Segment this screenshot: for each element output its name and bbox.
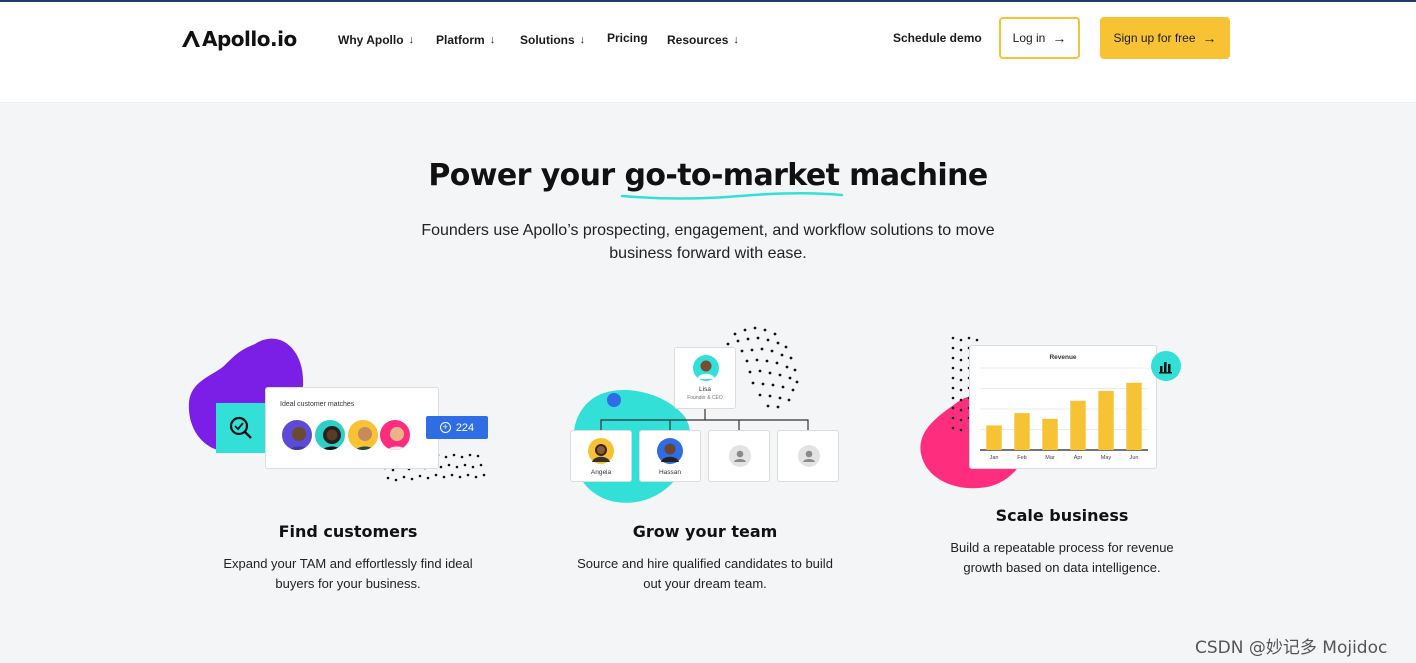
chevron-down-icon: ↓ <box>733 34 739 46</box>
nav-label: Pricing <box>607 31 648 45</box>
revenue-bar <box>1014 413 1030 450</box>
apollo-logo[interactable]: Apollo.io <box>181 26 297 52</box>
revenue-bar <box>1042 418 1058 450</box>
arrow-right-icon: → <box>1202 30 1217 46</box>
revenue-bar <box>1126 382 1142 450</box>
feature-title-find-customers: Find customers <box>278 522 418 541</box>
avatar <box>657 438 683 464</box>
user-placeholder-icon <box>798 445 820 467</box>
nav-pricing[interactable]: Pricing <box>607 31 648 45</box>
feature-title-scale-business: Scale business <box>995 506 1129 525</box>
avatar <box>378 418 412 452</box>
x-tick-label: Jun <box>1130 455 1139 461</box>
org-child-card-empty <box>708 430 770 482</box>
nav-label: Resources <box>667 33 729 47</box>
watermark-text: CSDN @妙记多 Mojidoc <box>1195 638 1388 658</box>
ideal-customer-label: Ideal customer matches <box>280 401 355 408</box>
nav-platform[interactable]: Platform ↓ <box>436 33 495 47</box>
org-root-card: Lisa Founder & CEO <box>674 347 736 409</box>
org-child-name: Hassan <box>658 469 682 476</box>
hero-title-suffix: machine <box>839 158 988 193</box>
hero-title: Power your go-to-market machine <box>0 158 1416 193</box>
avatar <box>280 418 314 452</box>
feature-title-grow-team: Grow your team <box>632 522 778 541</box>
avatar <box>588 438 614 464</box>
org-child-card-empty <box>777 430 839 482</box>
org-child-name: Angela <box>590 469 612 476</box>
org-child-card: Angela <box>570 430 632 482</box>
avatar <box>346 418 380 452</box>
nav-label: Platform <box>436 33 485 47</box>
revenue-bar <box>986 425 1002 450</box>
feature-desc-scale-business: Build a repeatable process for revenue g… <box>950 540 1174 575</box>
hero-title-prefix: Power your <box>428 158 625 193</box>
avatar <box>693 355 719 381</box>
revenue-bar <box>1098 390 1114 450</box>
chevron-down-icon: ↓ <box>408 34 415 46</box>
hero-subtitle: Founders use Apollo’s prospecting, engag… <box>421 222 995 262</box>
nav-label: Why Apollo <box>338 33 404 47</box>
match-count-badge: + 224 <box>426 416 488 439</box>
revenue-bar <box>1070 400 1086 450</box>
org-child-card: Hassan <box>639 430 701 482</box>
x-tick-label: Jan <box>990 455 999 461</box>
x-tick-label: May <box>1101 455 1112 461</box>
nav-resources[interactable]: Resources ↓ <box>667 33 739 47</box>
title-underline-decoration <box>620 191 844 200</box>
user-placeholder-icon <box>729 445 751 467</box>
feature-desc-grow-team: Source and hire qualified candidates to … <box>577 556 833 591</box>
signup-button[interactable]: Sign up for free → <box>1100 17 1230 59</box>
nav-solutions[interactable]: Solutions ↓ <box>520 33 585 47</box>
chevron-down-icon: ↓ <box>489 34 496 46</box>
arrow-right-icon: → <box>1052 30 1067 46</box>
chart-bars-icon[interactable] <box>1151 351 1181 381</box>
org-root-name: Lisa <box>699 386 711 393</box>
apollo-logo-icon <box>182 31 200 47</box>
x-tick-label: Feb <box>1017 455 1026 461</box>
feature-desc-find-customers: Expand your TAM and effortlessly find id… <box>223 556 473 591</box>
org-root-role: Founder & CEO <box>687 395 723 401</box>
signup-label: Sign up for free <box>1113 31 1196 45</box>
revenue-bar-chart: Jan Feb Mar Apr May Jun <box>980 367 1148 461</box>
login-label: Log in <box>1012 31 1046 45</box>
avatar <box>313 418 347 452</box>
revenue-chart-card: Revenue Jan Feb Mar Apr May Jun <box>969 345 1157 469</box>
schedule-demo-link[interactable]: Schedule demo <box>893 31 982 45</box>
plus-circle-icon: + <box>439 422 451 433</box>
x-tick-label: Apr <box>1074 455 1083 461</box>
logo-text: Apollo.io <box>202 27 297 51</box>
hero-title-highlight: go-to-market <box>624 158 840 193</box>
nav-why-apollo[interactable]: Why Apollo ↓ <box>338 33 414 47</box>
login-button[interactable]: Log in → <box>999 17 1080 59</box>
nav-label: Solutions <box>520 33 575 47</box>
x-tick-label: Mar <box>1045 455 1055 461</box>
match-count: 224 <box>455 421 475 434</box>
chevron-down-icon: ↓ <box>579 34 586 46</box>
